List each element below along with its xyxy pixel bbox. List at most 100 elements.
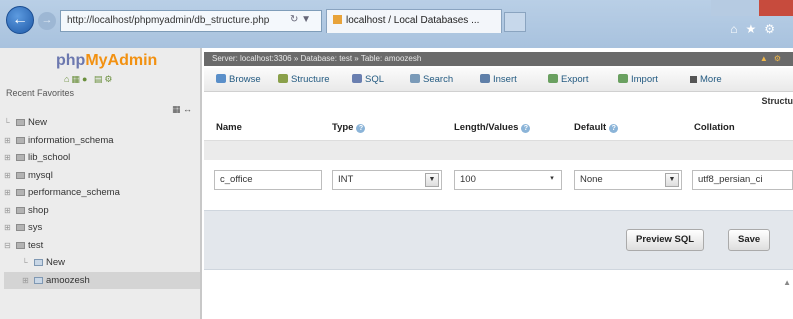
type-select-value: INT — [338, 174, 354, 185]
tab-label: Insert — [493, 74, 517, 85]
header-label: Length/Values — [454, 122, 519, 133]
tab-label: More — [700, 74, 722, 85]
collation-select[interactable]: utf8_persian_ci — [692, 170, 793, 190]
column-name-input[interactable]: c_office — [214, 170, 322, 190]
tree-item-sys[interactable]: ⊞ sys — [4, 219, 200, 237]
breadcrumb-text[interactable]: Server: localhost:3306 » Database: test … — [212, 54, 421, 63]
new-tab-button[interactable] — [504, 12, 526, 32]
maximize-button[interactable] — [735, 0, 759, 16]
tree-item-shop[interactable]: ⊞ shop — [4, 202, 200, 220]
header-label: Name — [216, 122, 242, 133]
server-breadcrumb: Server: localhost:3306 » Database: test … — [204, 52, 793, 66]
header-label: Type — [332, 122, 354, 133]
tree-item-test[interactable]: ⊟ test — [4, 237, 200, 255]
tab-import[interactable]: Import — [618, 68, 658, 92]
database-icon — [16, 189, 25, 196]
logo-myadmin-text: MyAdmin — [85, 52, 158, 69]
help-icon[interactable]: ? — [356, 124, 366, 133]
address-bar[interactable]: http://localhost/phpmyadmin/db_structure… — [60, 10, 322, 32]
database-icon — [16, 241, 25, 249]
preview-sql-button[interactable]: Preview SQL — [626, 229, 705, 251]
tab-label: SQL — [365, 74, 385, 85]
refresh-icon[interactable]: ↻ ▼ — [290, 14, 311, 25]
tab-search[interactable]: Search — [410, 68, 453, 92]
tree-item-lib-school[interactable]: ⊞ lib_school — [4, 149, 200, 167]
back-arrow-icon[interactable]: ← — [6, 6, 34, 34]
tree-item-label: test — [28, 239, 44, 251]
export-icon — [548, 74, 558, 83]
tree-item-mysql[interactable]: ⊞ mysql — [4, 167, 200, 185]
scroll-arrow-icon[interactable]: ▲ — [783, 278, 791, 287]
header-label: Collation — [694, 122, 735, 133]
breadcrumb-tools-icon[interactable]: ▲⚙ — [760, 54, 787, 63]
database-icon — [16, 154, 25, 161]
tree-item-test-new[interactable]: └ New — [4, 254, 200, 272]
new-table-icon — [34, 259, 43, 266]
chevron-down-icon[interactable]: ▼ — [425, 173, 439, 187]
insert-icon — [480, 74, 490, 83]
tree-item-label: amoozesh — [46, 274, 90, 286]
tree-item-label: lib_school — [28, 152, 71, 163]
browser-tab[interactable]: localhost / Local Databases ... — [326, 9, 502, 33]
default-select-value: None — [580, 174, 603, 185]
nav-quick-icons[interactable]: ⌂▦● ▤⚙ — [64, 74, 114, 85]
column-header-default: Default? — [574, 122, 619, 133]
tree-item-new[interactable]: └ New — [4, 114, 200, 132]
tab-title: localhost / Local Databases ... — [346, 15, 480, 26]
browser-chrome: ← → http://localhost/phpmyadmin/db_struc… — [0, 0, 793, 48]
phpmyadmin-logo[interactable]: phpMyAdmin — [56, 52, 157, 70]
structure-heading: Structu — [761, 96, 793, 106]
help-icon[interactable]: ? — [521, 124, 531, 133]
tree-item-amoozesh[interactable]: ⊞ amoozesh — [4, 271, 200, 289]
action-footer: Preview SQL Save — [204, 210, 793, 270]
database-tree: └ New ⊞ information_schema ⊞ lib_school ⊞ my… — [4, 114, 200, 289]
close-button[interactable] — [759, 0, 793, 16]
tab-label: Search — [423, 74, 454, 85]
logo-php-text: php — [56, 52, 86, 69]
favicon-icon — [333, 15, 342, 24]
save-button[interactable]: Save — [728, 229, 771, 251]
tab-sql[interactable]: SQL — [352, 68, 384, 92]
field-row: c_office INT ▼ 100 ▾ None ▼ utf8_persian… — [204, 160, 793, 204]
tab-label: Export — [561, 74, 589, 85]
sql-icon — [352, 74, 362, 83]
column-header-type: Type? — [332, 122, 366, 133]
tree-item-label: shop — [28, 204, 49, 216]
window-controls — [711, 0, 793, 16]
database-icon — [16, 171, 25, 179]
tab-label: Browse — [229, 74, 261, 85]
forward-arrow-icon[interactable]: → — [38, 12, 56, 30]
column-header-collation: Collation — [694, 122, 735, 133]
database-icon — [16, 136, 25, 144]
tab-browse[interactable]: Browse — [216, 68, 261, 92]
tree-item-label: information_schema — [28, 134, 114, 146]
collation-select-value: utf8_persian_ci — [698, 174, 763, 185]
browse-icon — [216, 74, 226, 83]
tab-export[interactable]: Export — [548, 68, 588, 92]
header-separator — [204, 140, 793, 160]
chevron-down-icon[interactable]: ▾ — [545, 173, 559, 187]
more-icon — [690, 76, 697, 83]
structure-icon — [278, 74, 288, 83]
tree-item-information-schema[interactable]: ⊞ information_schema — [4, 132, 200, 150]
tab-more[interactable]: More — [690, 68, 722, 92]
database-icon — [16, 224, 25, 231]
tree-item-performance-schema[interactable]: ⊞ performance_schema — [4, 184, 200, 202]
help-icon[interactable]: ? — [609, 124, 619, 133]
column-header-name: Name — [216, 122, 242, 133]
search-icon — [410, 74, 420, 83]
main-content: Server: localhost:3306 » Database: test … — [204, 48, 793, 319]
column-header-length: Length/Values? — [454, 122, 531, 133]
minimize-button[interactable] — [711, 0, 735, 16]
navigation-panel: phpMyAdmin ⌂▦● ▤⚙ Recent Favorites ▦ ↔ └… — [0, 48, 202, 319]
tree-item-label: sys — [28, 222, 43, 233]
tab-structure[interactable]: Structure — [278, 68, 330, 92]
length-value: 100 — [460, 174, 476, 185]
recent-favorites-tabs[interactable]: Recent Favorites — [6, 88, 74, 98]
tree-item-label: performance_schema — [28, 187, 120, 198]
chevron-down-icon[interactable]: ▼ — [665, 173, 679, 187]
tab-insert[interactable]: Insert — [480, 68, 517, 92]
table-menu-tabs: Browse Structure SQL Search Insert Expor… — [204, 68, 793, 92]
tree-item-label: New — [46, 257, 66, 268]
home-star-gear-icons[interactable]: ⌂★⚙ — [730, 22, 783, 36]
